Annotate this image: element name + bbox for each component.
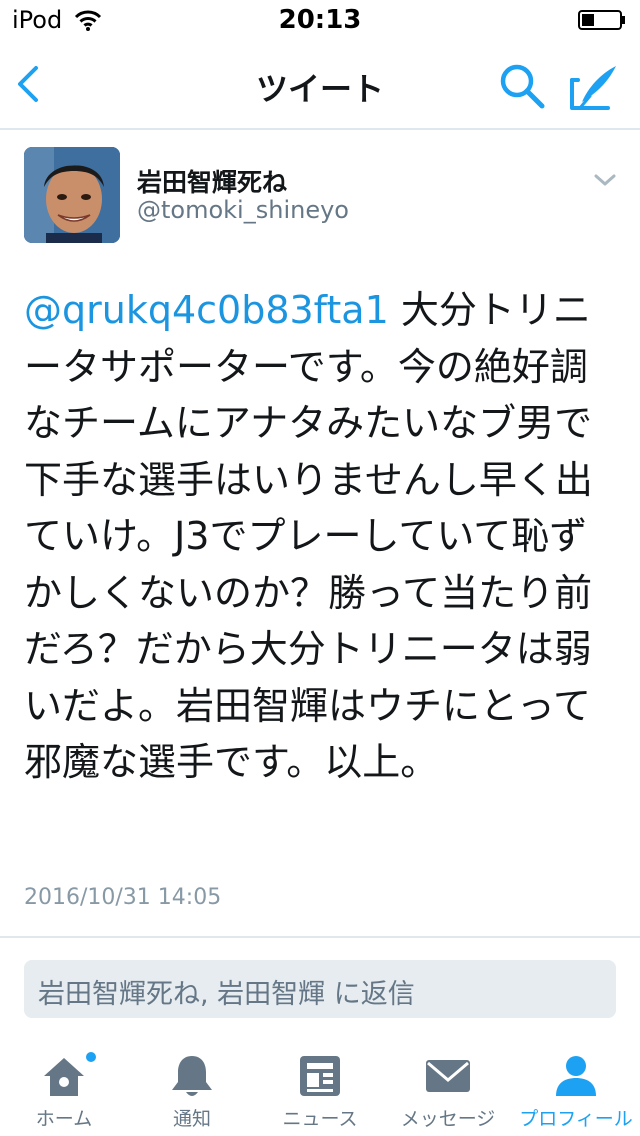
divider xyxy=(0,936,640,938)
tab-label: ホーム xyxy=(35,1108,93,1130)
profile-photo xyxy=(24,147,120,243)
mention-link[interactable]: @qrukq4c0b83fta1 xyxy=(24,288,389,332)
tab-label: プロフィール xyxy=(519,1108,633,1130)
reply-placeholder: 岩田智輝死ね, 岩田智輝 に返信 xyxy=(38,979,415,1010)
tab-profile[interactable]: プロフィール xyxy=(512,1040,640,1136)
bell-icon xyxy=(172,1056,212,1096)
envelope-icon xyxy=(426,1060,470,1092)
person-icon xyxy=(556,1056,596,1096)
news-icon xyxy=(300,1056,340,1096)
reply-input[interactable]: 岩田智輝死ね, 岩田智輝 に返信 xyxy=(24,960,616,1018)
tab-messages[interactable]: メッセージ xyxy=(384,1040,512,1136)
tweet-timestamp: 2016/10/31 14:05 xyxy=(24,885,222,910)
tab-notifications[interactable]: 通知 xyxy=(128,1040,256,1136)
search-icon[interactable] xyxy=(496,60,548,112)
tab-label: ニュース xyxy=(282,1108,358,1130)
home-icon xyxy=(44,1058,84,1096)
tweet-body: 大分トリニータサポーターです。今の絶好調なチームにアナタみたいなブ男で下手な選手… xyxy=(24,288,593,784)
battery-icon xyxy=(578,10,625,30)
clock: 20:13 xyxy=(278,5,362,35)
notification-badge-dot xyxy=(86,1052,96,1062)
avatar[interactable] xyxy=(24,147,120,243)
tab-bar: ホーム 通知 ニュース メッセージ プロフィール xyxy=(0,1040,640,1136)
chevron-down-icon[interactable] xyxy=(590,170,620,190)
tweet-text: @qrukq4c0b83fta1 大分トリニータサポーターです。今の絶好調なチー… xyxy=(24,282,614,791)
tab-home[interactable]: ホーム xyxy=(0,1040,128,1136)
status-bar: iPod 20:13 xyxy=(0,0,640,40)
tab-news[interactable]: ニュース xyxy=(256,1040,384,1136)
tab-label: 通知 xyxy=(172,1108,211,1130)
navigation-bar: ツイート xyxy=(0,40,640,130)
compose-tweet-icon[interactable] xyxy=(566,58,622,114)
display-name[interactable]: 岩田智輝死ね xyxy=(137,163,287,199)
tab-label: メッセージ xyxy=(400,1108,496,1130)
user-handle[interactable]: @tomoki_shineyo xyxy=(137,196,349,224)
